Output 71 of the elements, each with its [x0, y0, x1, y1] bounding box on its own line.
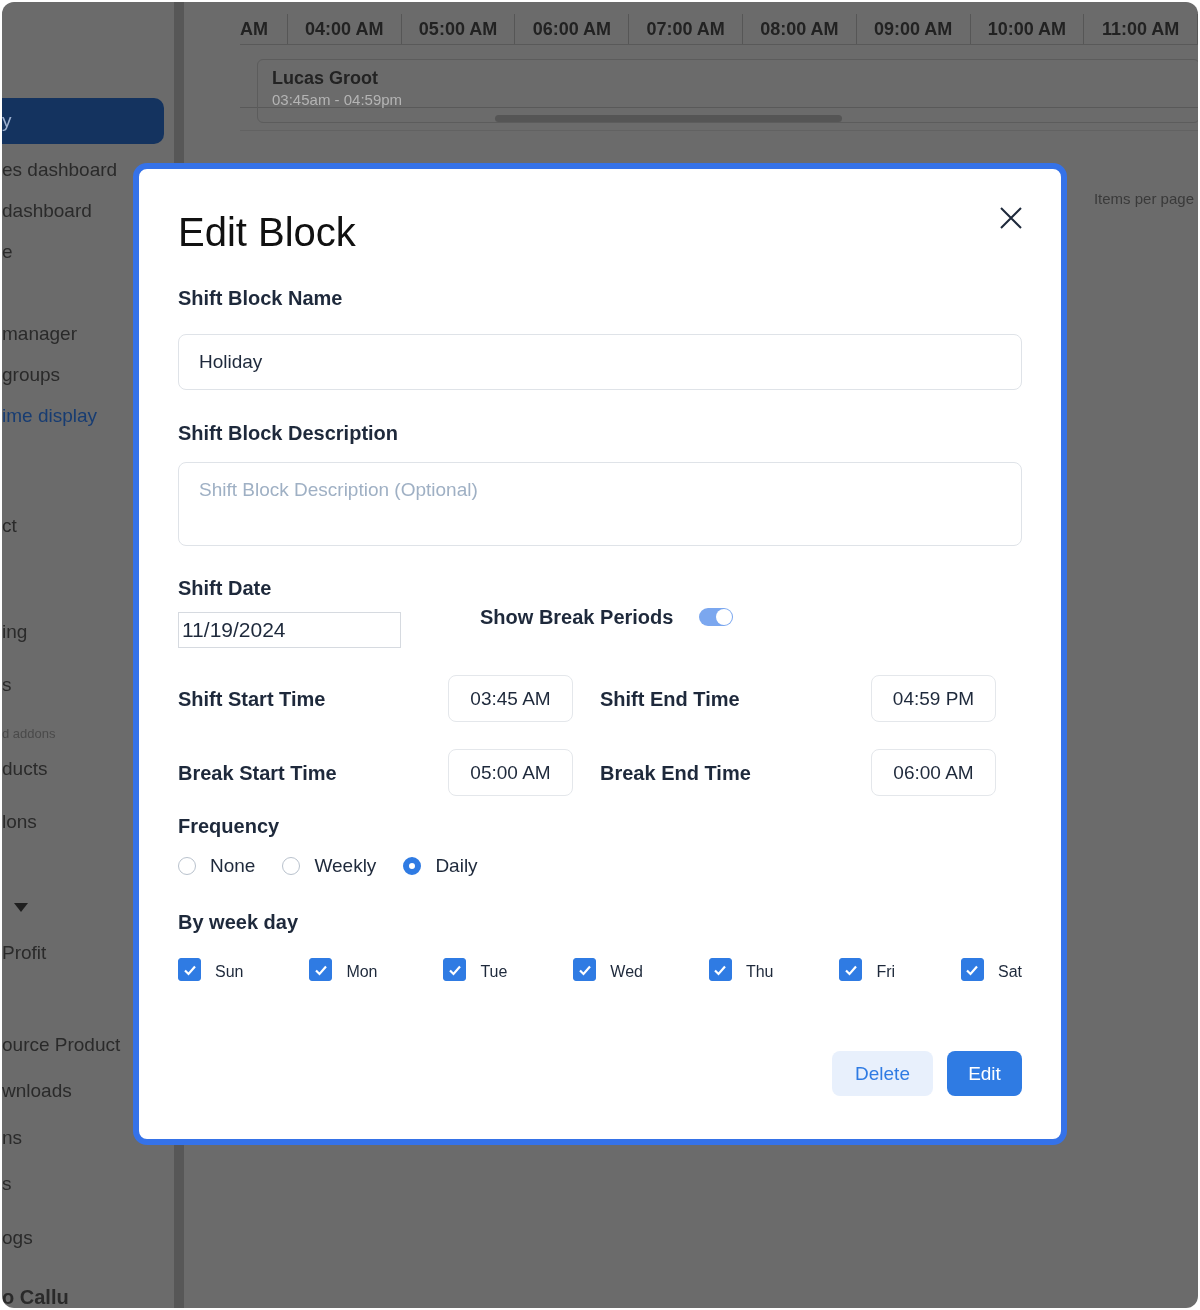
sidebar-item[interactable]: dashboard: [2, 200, 92, 222]
checkbox-label: Tue: [480, 962, 508, 981]
hour-label: 04:00 AM: [305, 18, 384, 40]
sidebar-item[interactable]: s: [2, 674, 12, 696]
sidebar-item[interactable]: Profit: [2, 942, 47, 964]
radio-label: Daily: [435, 855, 478, 877]
checkbox[interactable]: [960, 958, 984, 981]
name-input[interactable]: Holiday: [178, 334, 1022, 390]
hour-label: 07:00 AM: [646, 18, 725, 40]
sidebar-item[interactable]: o Callu: [2, 1285, 69, 1308]
time-input[interactable]: 06:00 AM: [871, 749, 996, 796]
time-input[interactable]: 03:45 AM: [448, 675, 573, 722]
checkbox-label: Mon: [346, 962, 378, 981]
sidebar-item[interactable]: e: [2, 241, 13, 263]
shift-time: 03:45am - 04:59pm: [272, 91, 404, 108]
checkbox-label: Sun: [215, 962, 244, 981]
sidebar-item[interactable]: s: [2, 1173, 12, 1195]
hour-label: AM: [240, 18, 268, 40]
hour-label: 06:00 AM: [532, 18, 611, 40]
sidebar-item[interactable]: ogs: [2, 1227, 33, 1249]
field-label: Break Start Time: [178, 760, 338, 785]
description-input[interactable]: Shift Block Description (Optional): [178, 462, 1022, 546]
close-icon[interactable]: [1000, 207, 1022, 229]
employee-name: Lucas Groot: [272, 68, 379, 89]
toggle-label: Show Break Periods: [480, 605, 674, 629]
checkbox-label: Sat: [997, 962, 1022, 981]
checkbox[interactable]: [178, 958, 201, 981]
checkbox[interactable]: [443, 958, 467, 981]
sidebar-item[interactable]: ing: [2, 621, 28, 643]
hour-label: 11:00 AM: [1101, 18, 1180, 40]
sidebar-item[interactable]: ns: [2, 1127, 23, 1149]
sidebar-item[interactable]: wnloads: [2, 1080, 72, 1102]
checkbox-label: Wed: [610, 962, 643, 981]
field-label: By week day: [178, 910, 300, 934]
field-label: Frequency: [178, 814, 281, 838]
edit-button[interactable]: Edit: [947, 1051, 1022, 1096]
field-label: Shift Block Description: [178, 421, 400, 445]
sidebar-item[interactable]: lons: [2, 811, 37, 833]
checkbox-label: Fri: [876, 962, 896, 981]
sidebar-item[interactable]: ource Product: [2, 1034, 121, 1056]
time-input[interactable]: 04:59 PM: [871, 675, 996, 722]
field-label: Shift Block Name: [178, 286, 344, 310]
radio-label: None: [210, 855, 256, 877]
checkbox[interactable]: [573, 958, 597, 981]
radio-button[interactable]: [403, 857, 422, 875]
time-input[interactable]: 05:00 AM: [448, 749, 573, 796]
dialog-title: Edit Block: [178, 209, 356, 256]
caret-down-icon[interactable]: [14, 902, 28, 912]
sidebar-item[interactable]: y: [2, 98, 164, 144]
field-label: Shift Date: [178, 576, 273, 600]
field-label: Break End Time: [600, 760, 752, 785]
field-label: Shift Start Time: [178, 686, 327, 711]
sidebar-item[interactable]: ime display: [2, 405, 98, 427]
hour-label: 08:00 AM: [760, 18, 839, 40]
delete-button[interactable]: Delete: [832, 1051, 933, 1096]
sidebar-item[interactable]: ct: [2, 515, 17, 537]
sidebar-item[interactable]: manager: [2, 323, 77, 345]
field-label: Shift End Time: [600, 686, 741, 711]
checkbox[interactable]: [309, 958, 333, 981]
checkbox[interactable]: [708, 958, 732, 981]
hour-label: 05:00 AM: [418, 18, 498, 40]
hour-label: 09:00 AM: [873, 18, 953, 40]
sidebar-item[interactable]: groups: [2, 364, 61, 386]
checkbox[interactable]: [839, 958, 863, 981]
sidebar-item[interactable]: es dashboard: [2, 159, 118, 181]
checkbox-label: Thu: [745, 962, 774, 981]
radio-label: Weekly: [314, 855, 377, 877]
date-input[interactable]: 11/19/2024: [178, 612, 401, 648]
hour-label: 10:00 AM: [987, 18, 1067, 40]
break-toggle[interactable]: [699, 608, 734, 626]
sidebar-item[interactable]: ducts: [2, 758, 48, 780]
